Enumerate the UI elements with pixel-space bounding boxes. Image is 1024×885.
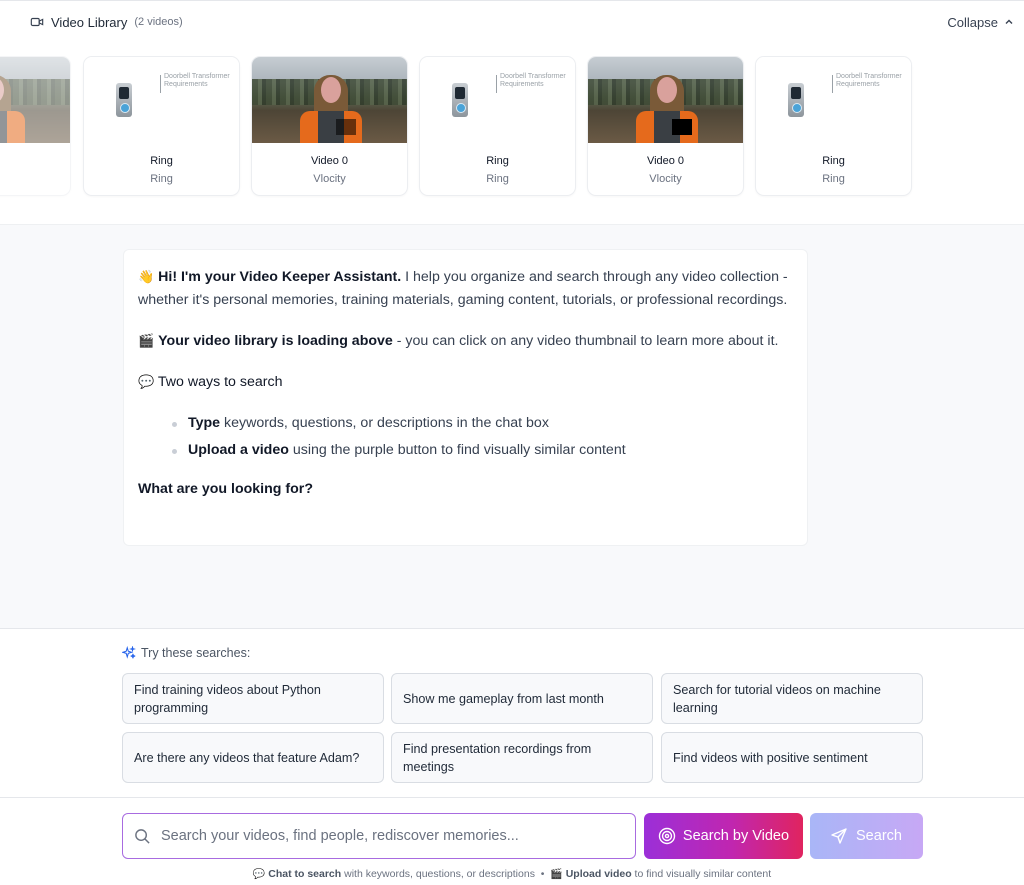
bullet-text: using the purple button to find visually… xyxy=(288,442,626,458)
search-ways-list: Type keywords, questions, or description… xyxy=(172,412,793,462)
video-title: Ring xyxy=(486,155,509,167)
video-library-header: Video Library (2 videos) xyxy=(30,13,183,31)
video-subtitle: Ring xyxy=(486,173,509,185)
hint-separator: • xyxy=(540,868,545,880)
video-card[interactable]: Doorbell Transformer Requirements Ring R… xyxy=(419,56,576,196)
suggestion-chip[interactable]: Are there any videos that feature Adam? xyxy=(122,732,384,783)
video-subtitle: Vlocity xyxy=(313,173,346,185)
list-item: Upload a video using the purple button t… xyxy=(172,439,793,462)
search-by-video-label: Search by Video xyxy=(682,828,790,844)
chat-input-bar: Search by Video Search 💬 Chat to search … xyxy=(0,797,1024,885)
suggestions-title: Try these searches: xyxy=(141,646,251,660)
send-icon xyxy=(831,828,847,844)
video-thumbnail xyxy=(588,57,743,143)
video-camera-icon xyxy=(30,17,44,27)
video-subtitle: Ring xyxy=(822,173,845,185)
question-text: What are you looking for? xyxy=(138,481,313,497)
loading-text: - you can click on any video thumbnail t… xyxy=(392,333,779,349)
video-subtitle: Ring xyxy=(150,173,173,185)
search-input[interactable] xyxy=(161,828,621,844)
video-title: Video 0 xyxy=(310,155,349,167)
search-icon xyxy=(135,828,150,844)
list-item: Type keywords, questions, or description… xyxy=(172,412,793,435)
video-thumbnail: Doorbell Transformer Requirements xyxy=(420,57,575,143)
speech-bubble-icon: 💬 xyxy=(138,375,155,390)
search-ways-title: Two ways to search xyxy=(157,374,283,390)
search-button-label: Search xyxy=(856,828,902,844)
loading-paragraph: 🎬 Your video library is loading above - … xyxy=(138,330,793,353)
suggestion-chip[interactable]: Find videos with positive sentiment xyxy=(661,732,923,783)
video-card[interactable]: Doorbell Transformer Requirements Ring R… xyxy=(83,56,240,196)
bullet-bold: Upload a video xyxy=(188,442,289,458)
speech-bubble-icon: 💬 xyxy=(252,869,266,880)
video-thumbnail xyxy=(0,57,70,143)
search-ways-heading: 💬 Two ways to search xyxy=(138,371,793,394)
suggestion-chip[interactable]: Find training videos about Python progra… xyxy=(122,673,384,724)
clapperboard-icon: 🎬 xyxy=(550,869,563,880)
collapse-label: Collapse xyxy=(947,14,998,30)
video-thumbnail xyxy=(252,57,407,143)
doorbell-image xyxy=(116,83,132,117)
video-count: (2 videos) xyxy=(134,16,183,28)
waving-hand-icon: 👋 xyxy=(138,270,155,285)
greeting-title: Hi! I'm your Video Keeper Assistant. xyxy=(158,269,402,285)
search-button[interactable]: Search xyxy=(810,813,923,859)
doorbell-image xyxy=(788,83,804,117)
hint-chat-bold: Chat to search xyxy=(268,868,342,880)
video-subtitle: Vlocity xyxy=(649,173,682,185)
target-icon xyxy=(658,827,676,845)
video-card-partial[interactable] xyxy=(0,56,71,196)
search-by-video-button[interactable]: Search by Video xyxy=(644,813,803,859)
suggestions-header: Try these searches: xyxy=(122,646,250,660)
suggestion-chip[interactable]: Search for tutorial videos on machine le… xyxy=(661,673,923,724)
input-hint: 💬 Chat to search with keywords, question… xyxy=(0,868,1024,880)
video-card[interactable]: Doorbell Transformer Requirements Ring R… xyxy=(755,56,912,196)
collapse-button[interactable]: Collapse xyxy=(947,13,1014,31)
video-title: Ring xyxy=(150,155,173,167)
closing-question: What are you looking for? xyxy=(138,478,793,501)
thumbnail-caption: Doorbell Transformer Requirements xyxy=(164,73,230,88)
sparkles-icon xyxy=(122,646,136,659)
video-library-panel: Video Library (2 videos) Collapse Doorbe… xyxy=(0,0,1024,224)
video-card[interactable]: Video 0 Vlocity xyxy=(251,56,408,196)
video-title: Video 0 xyxy=(646,155,685,167)
hint-upload-bold: Upload video xyxy=(565,868,632,880)
greeting-paragraph: 👋 Hi! I'm your Video Keeper Assistant. I… xyxy=(138,266,793,312)
thumbnail-caption: Doorbell Transformer Requirements xyxy=(500,73,566,88)
clapperboard-icon: 🎬 xyxy=(138,334,155,349)
hint-upload-text: to find visually similar content xyxy=(631,868,772,880)
suggestion-chip[interactable]: Show me gameplay from last month xyxy=(391,673,653,724)
hint-chat-text: with keywords, questions, or description… xyxy=(341,868,535,880)
video-thumbnail-strip[interactable]: Doorbell Transformer Requirements Ring R… xyxy=(0,56,1024,198)
search-input-wrapper[interactable] xyxy=(122,813,636,859)
loading-title: Your video library is loading above xyxy=(158,333,393,349)
video-card[interactable]: Video 0 Vlocity xyxy=(587,56,744,196)
video-thumbnail: Doorbell Transformer Requirements xyxy=(756,57,911,143)
video-title: Ring xyxy=(822,155,845,167)
video-thumbnail: Doorbell Transformer Requirements xyxy=(84,57,239,143)
doorbell-image xyxy=(452,83,468,117)
suggested-searches: Try these searches: Find training videos… xyxy=(0,628,1024,798)
video-library-title: Video Library xyxy=(51,14,128,30)
bullet-text: keywords, questions, or descriptions in … xyxy=(220,415,549,431)
assistant-message: 👋 Hi! I'm your Video Keeper Assistant. I… xyxy=(123,249,808,546)
thumbnail-caption: Doorbell Transformer Requirements xyxy=(836,73,902,88)
chat-area: 👋 Hi! I'm your Video Keeper Assistant. I… xyxy=(0,224,1024,628)
suggestion-chip[interactable]: Find presentation recordings from meetin… xyxy=(391,732,653,783)
chevron-up-icon xyxy=(1005,19,1013,24)
bullet-bold: Type xyxy=(188,415,221,431)
